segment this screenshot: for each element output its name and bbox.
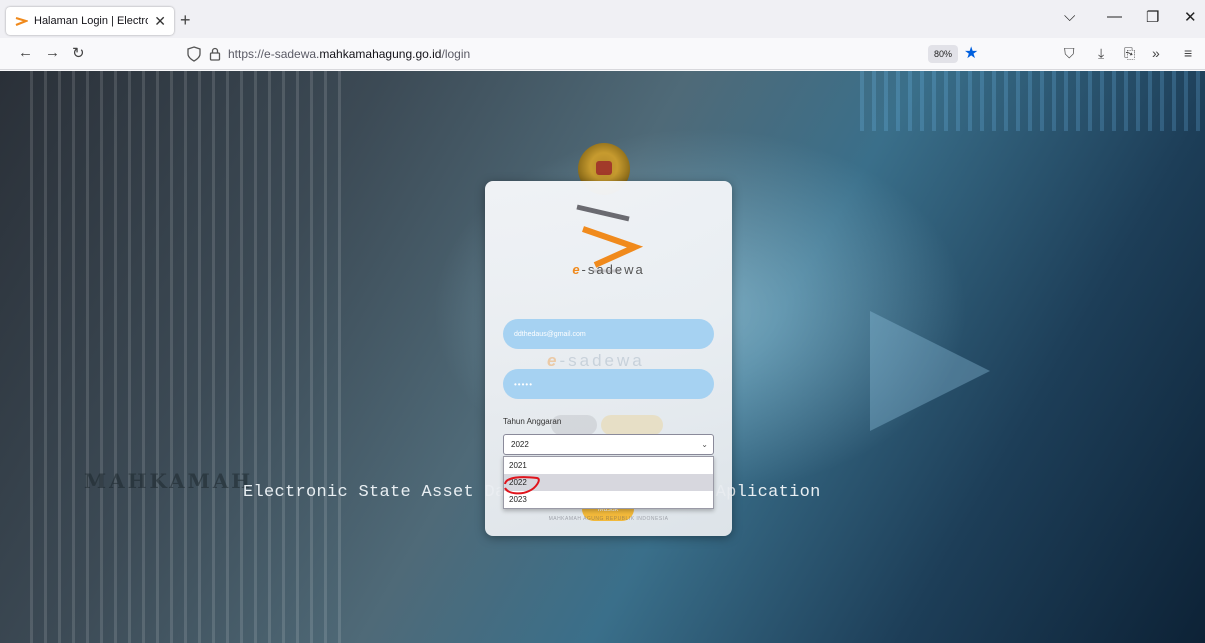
red-circle-annotation [504,476,540,495]
emblem-center [596,161,612,175]
background-organization-text: MAHKAMAH [84,469,254,493]
star-icon[interactable]: ★ [964,43,978,63]
year-select[interactable]: 2022 ⌄ [503,434,714,455]
url-text: https://e-sadewa.mahkamahagung.go.id/log… [228,47,470,61]
extensions-icon[interactable]: ⎘ [1124,45,1135,62]
year-label: Tahun Anggaran [503,417,562,426]
minimize-icon[interactable]: — [1107,8,1122,25]
browser-tab[interactable]: Halaman Login | Electronic State ✕ [6,7,174,35]
pocket-icon[interactable]: ⛉ [1064,45,1075,62]
watermark-sadewa: -sadewa [559,351,645,370]
circuit-decoration [860,71,1205,131]
back-icon[interactable]: ← [18,44,33,61]
watermark-logo: e-sadewa [547,351,645,371]
year-select-value: 2022 [511,440,529,449]
url-prefix: https://e-sadewa. [228,47,320,61]
zoom-indicator[interactable]: 80% [928,45,958,63]
shield-icon[interactable] [186,46,202,62]
menu-icon[interactable]: ≡ [1184,45,1192,61]
new-tab-button[interactable]: + [180,10,191,31]
lock-icon[interactable] [208,47,222,61]
logo-sadewa: -sadewa [581,262,645,277]
nav-bar: ← → ↻ https://e-sadewa.mahkamahagung.go.… [0,38,1205,70]
tab-title: Halaman Login | Electronic State [34,15,149,27]
logo-e: e [572,262,582,277]
email-field[interactable]: ddthedaus@gmail.com [503,319,714,349]
list-all-tabs-icon[interactable]: ⌵ [1064,8,1075,25]
forward-icon[interactable]: → [45,44,60,61]
logo-wordmark: e-sadewa [485,262,732,277]
password-field[interactable]: ••••• [503,369,714,399]
restore-icon[interactable]: ❐ [1146,8,1159,26]
close-window-icon[interactable]: ✕ [1184,8,1197,26]
reload-icon[interactable]: ↻ [72,44,85,62]
watermark-e: e [547,351,560,370]
overflow-icon[interactable]: » [1152,45,1160,61]
sadewa-favicon-icon [15,16,28,27]
url-domain: mahkamahagung.go.id [319,47,442,61]
ghost-button-right [601,415,663,435]
close-tab-icon[interactable]: ✕ [154,13,166,30]
address-bar[interactable]: https://e-sadewa.mahkamahagung.go.id/log… [178,40,990,68]
download-icon[interactable]: ⤓ [1098,45,1104,62]
chevron-down-icon: ⌄ [701,440,708,449]
year-option[interactable]: 2021 [504,457,713,474]
url-path: /login [441,47,471,61]
building-background [30,71,350,643]
tab-bar: Halaman Login | Electronic State ✕ + ⌵ —… [0,0,1205,38]
page-background: MAHKAMAH Electronic State Asset Data Enh… [0,71,1205,643]
arrow-decoration [870,311,990,431]
card-footer: MAHKAMAH AGUNG REPUBLIK INDONESIA [548,516,669,522]
